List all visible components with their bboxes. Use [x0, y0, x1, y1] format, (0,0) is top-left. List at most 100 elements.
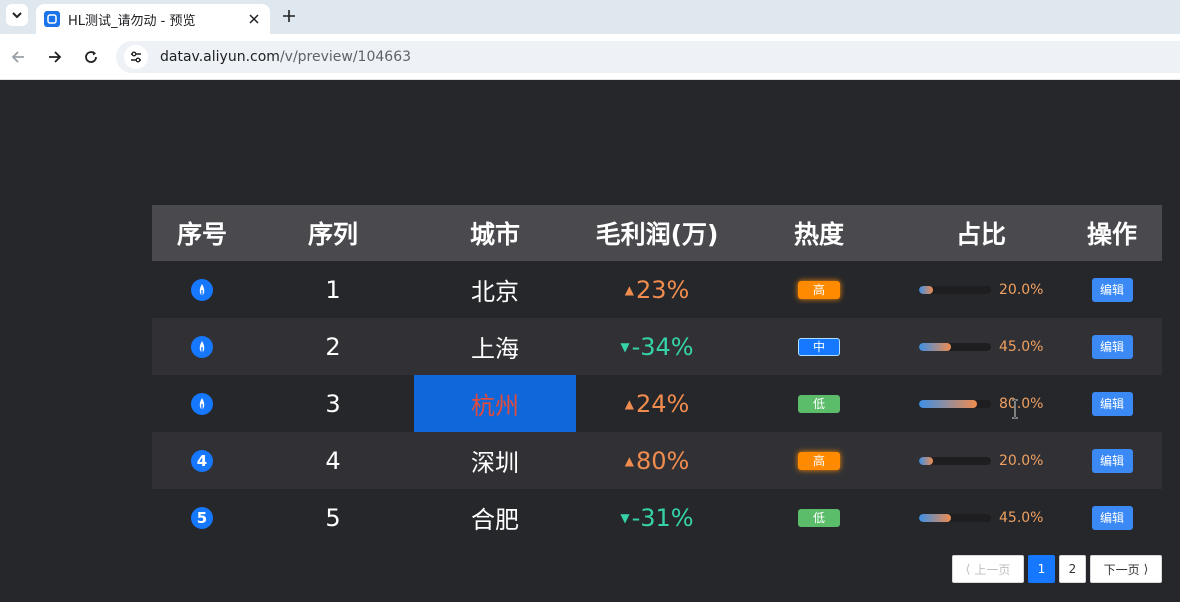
- city-cell[interactable]: 深圳: [414, 432, 576, 489]
- heat-cell: 高: [738, 261, 900, 318]
- profit-value: -31%: [631, 503, 694, 532]
- new-tab-button[interactable]: [278, 5, 300, 27]
- profit-value: 24%: [635, 389, 690, 418]
- heat-badge: 高: [798, 451, 840, 470]
- chevron-down-icon: [12, 12, 22, 19]
- tab-search-button[interactable]: [6, 4, 28, 26]
- header-city[interactable]: 城市: [414, 205, 576, 261]
- rank-badge: 4: [191, 449, 213, 472]
- profit-cell: ▼ -31%: [576, 489, 738, 546]
- profit-cell: ▲ 24%: [576, 375, 738, 432]
- header-action[interactable]: 操作: [1062, 205, 1162, 261]
- heat-cell: 低: [738, 489, 900, 546]
- heat-cell: 高: [738, 432, 900, 489]
- action-cell: 编辑: [1062, 261, 1162, 318]
- table-row: 1 北京 ▲ 23% 高 20.0% 编辑: [152, 261, 1162, 318]
- ratio-cell: 20.0%: [900, 261, 1062, 318]
- plus-icon: [283, 10, 295, 22]
- tab-title: HL测试_请勿动 - 预览: [68, 13, 196, 29]
- chevron-right-icon: ⟩: [1143, 562, 1149, 576]
- browser-toolbar: datav.aliyun.com/v/preview/104663: [0, 34, 1180, 80]
- ratio-label: 80.0%: [999, 395, 1044, 412]
- close-icon[interactable]: [246, 11, 262, 27]
- tab-bar: HL测试_请勿动 - 预览: [0, 0, 1180, 34]
- header-sequence[interactable]: 序列: [252, 205, 414, 261]
- profit-value: -34%: [631, 332, 694, 361]
- ratio-progress-fill: [919, 456, 934, 465]
- sequence-cell: 3: [325, 389, 341, 418]
- index-cell: [152, 261, 252, 318]
- city-table: 序号 序列 城市 毛利润(万) 热度 占比 操作 1 北京 ▲ 23% 高 20…: [152, 205, 1162, 546]
- edit-button[interactable]: 编辑: [1091, 277, 1133, 302]
- arrow-left-icon: [11, 51, 24, 63]
- chevron-left-icon: ⟨: [965, 562, 971, 576]
- city-cell[interactable]: 合肥: [414, 489, 576, 546]
- table-row: 2 上海 ▼ -34% 中 45.0% 编辑: [152, 318, 1162, 375]
- index-cell: 5: [152, 489, 252, 546]
- edit-button[interactable]: 编辑: [1091, 334, 1133, 359]
- site-settings-icon[interactable]: [124, 45, 148, 69]
- browser-tab[interactable]: HL测试_请勿动 - 预览: [36, 4, 270, 34]
- next-page-button[interactable]: 下一页 ⟩: [1090, 555, 1162, 583]
- heat-badge: 低: [798, 508, 840, 527]
- index-cell: [152, 318, 252, 375]
- sequence-cell: 1: [325, 275, 341, 304]
- heat-badge: 低: [798, 394, 840, 413]
- edit-button[interactable]: 编辑: [1091, 448, 1133, 473]
- ratio-progress-fill: [919, 342, 952, 351]
- ratio-progress-bar: [919, 399, 991, 408]
- heat-badge: 中: [798, 337, 840, 356]
- ratio-label: 20.0%: [999, 281, 1044, 298]
- triangle-up-icon: ▲: [624, 396, 634, 411]
- profit-value: 80%: [635, 446, 690, 475]
- ratio-cell: 20.0%: [900, 432, 1062, 489]
- edit-button[interactable]: 编辑: [1091, 391, 1133, 416]
- reload-button[interactable]: [79, 45, 103, 69]
- index-cell: [152, 375, 252, 432]
- ratio-progress-bar: [919, 285, 991, 294]
- triangle-up-icon: ▲: [624, 453, 634, 468]
- medal-icon: [191, 278, 213, 301]
- triangle-down-icon: ▼: [620, 339, 630, 354]
- table-header: 序号 序列 城市 毛利润(万) 热度 占比 操作: [152, 205, 1162, 261]
- city-cell[interactable]: 上海: [414, 318, 576, 375]
- address-bar[interactable]: datav.aliyun.com/v/preview/104663: [116, 41, 1180, 73]
- page-button-1[interactable]: 1: [1028, 555, 1055, 583]
- table-row: 4 4 深圳 ▲ 80% 高 20.0% 编辑: [152, 432, 1162, 489]
- edit-button[interactable]: 编辑: [1091, 505, 1133, 530]
- back-button[interactable]: [6, 45, 30, 69]
- prev-page-button[interactable]: ⟨ 上一页: [952, 555, 1024, 583]
- prev-page-label: 上一页: [974, 562, 1011, 577]
- forward-button[interactable]: [43, 45, 67, 69]
- profit-cell: ▲ 23%: [576, 261, 738, 318]
- ratio-cell: 45.0%: [900, 318, 1062, 375]
- ratio-progress-bar: [919, 342, 991, 351]
- action-cell: 编辑: [1062, 375, 1162, 432]
- action-cell: 编辑: [1062, 432, 1162, 489]
- profit-cell: ▼ -34%: [576, 318, 738, 375]
- table-row: 5 5 合肥 ▼ -31% 低 45.0% 编辑: [152, 489, 1162, 546]
- action-cell: 编辑: [1062, 489, 1162, 546]
- header-gross-profit[interactable]: 毛利润(万): [576, 205, 738, 261]
- page-button-2[interactable]: 2: [1059, 555, 1086, 583]
- url-text: datav.aliyun.com/v/preview/104663: [160, 49, 411, 65]
- text-cursor-icon: [1012, 399, 1018, 419]
- arrow-right-icon: [49, 51, 62, 63]
- ratio-progress-fill: [919, 285, 934, 294]
- action-cell: 编辑: [1062, 318, 1162, 375]
- heat-cell: 低: [738, 375, 900, 432]
- header-heat[interactable]: 热度: [738, 205, 900, 261]
- triangle-up-icon: ▲: [624, 282, 634, 297]
- ratio-label: 45.0%: [999, 338, 1044, 355]
- rank-badge: 5: [191, 506, 213, 529]
- ratio-progress-fill: [919, 513, 952, 522]
- reload-icon: [85, 51, 97, 63]
- city-cell[interactable]: 北京: [414, 261, 576, 318]
- city-cell[interactable]: 杭州: [414, 375, 576, 432]
- header-ratio[interactable]: 占比: [900, 205, 1062, 261]
- ratio-cell: 45.0%: [900, 489, 1062, 546]
- header-index[interactable]: 序号: [152, 205, 252, 261]
- next-page-label: 下一页: [1103, 562, 1140, 577]
- ratio-progress-bar: [919, 456, 991, 465]
- heat-cell: 中: [738, 318, 900, 375]
